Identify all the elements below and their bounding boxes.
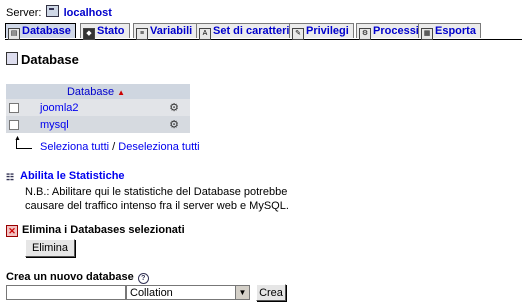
tab-bar: ▤ Database ◆ Stato ≡ Variabili A Set di cara… bbox=[5, 23, 522, 40]
drop-section-title: ✕ Elimina i Databases selezionati bbox=[6, 224, 185, 237]
table-row: mysql ⚙ bbox=[6, 116, 190, 133]
tab-processi[interactable]: ⚙ Processi bbox=[356, 23, 424, 40]
selection-separator: / bbox=[112, 141, 116, 153]
status-icon: ◆ bbox=[83, 28, 95, 40]
row-checkbox-cell bbox=[6, 99, 34, 116]
tab-label: Variabili bbox=[150, 25, 193, 37]
enable-statistics-link[interactable]: Abilita le Statistiche bbox=[20, 170, 125, 182]
create-button[interactable]: Crea bbox=[256, 284, 286, 301]
row-checkbox[interactable] bbox=[9, 119, 19, 130]
export-icon: ▦ bbox=[421, 28, 433, 40]
collation-selected-value: Collation bbox=[130, 287, 173, 299]
row-action-cell: ⚙ bbox=[158, 116, 190, 133]
drop-title-text: Elimina i Databases selezionati bbox=[22, 224, 185, 236]
tab-esporta[interactable]: ▦ Esporta bbox=[418, 23, 481, 40]
chevron-down-icon[interactable]: ▼ bbox=[235, 286, 249, 299]
statistics-icon: ☷ bbox=[6, 172, 15, 182]
select-arrow-icon: ▲ bbox=[14, 135, 32, 150]
sort-arrow-icon: ▲ bbox=[117, 87, 125, 97]
create-title-text: Crea un nuovo database bbox=[6, 271, 134, 283]
tab-label: Database bbox=[22, 25, 71, 37]
server-bar: Server: localhost bbox=[6, 5, 112, 19]
server-icon bbox=[45, 5, 59, 17]
privileges-icon: ✎ bbox=[292, 28, 304, 40]
statistics-note: N.B.: Abilitare qui le statistiche del D… bbox=[25, 186, 289, 212]
new-database-name-input[interactable] bbox=[6, 285, 126, 300]
header-action-cell bbox=[158, 84, 190, 99]
tab-stato[interactable]: ◆ Stato bbox=[80, 23, 130, 40]
tab-label: Privilegi bbox=[306, 25, 349, 37]
column-header-database[interactable]: Database ▲ bbox=[34, 84, 158, 99]
processes-icon: ⚙ bbox=[359, 28, 371, 40]
server-label: Server: bbox=[6, 7, 42, 19]
header-checkbox-cell bbox=[6, 84, 34, 99]
tab-privilegi[interactable]: ✎ Privilegi bbox=[289, 23, 354, 40]
tab-label: Stato bbox=[97, 25, 125, 37]
charset-icon: A bbox=[199, 28, 211, 40]
enable-statistics: ☷ Abilita le Statistiche bbox=[6, 170, 125, 182]
database-icon bbox=[6, 52, 18, 65]
selection-links: Seleziona tutti / Deseleziona tutti bbox=[40, 141, 200, 153]
database-link[interactable]: joomla2 bbox=[40, 102, 79, 114]
tab-label: Processi bbox=[373, 25, 419, 37]
tab-label: Set di caratteri bbox=[213, 25, 290, 37]
tab-set-di-caratteri[interactable]: A Set di caratteri bbox=[196, 23, 295, 40]
create-section-title: Crea un nuovo database? bbox=[6, 271, 149, 284]
collation-select[interactable]: Collation ▼ bbox=[126, 285, 250, 300]
row-action-cell: ⚙ bbox=[158, 99, 190, 116]
tab-label: Esporta bbox=[435, 25, 476, 37]
select-all-link[interactable]: Seleziona tutti bbox=[40, 141, 109, 153]
row-checkbox[interactable] bbox=[9, 102, 19, 113]
deselect-all-link[interactable]: Deseleziona tutti bbox=[118, 141, 199, 153]
tab-variabili[interactable]: ≡ Variabili bbox=[133, 23, 198, 40]
database-table: Database ▲ joomla2 ⚙ mysql ⚙ bbox=[6, 84, 190, 133]
page-title-text: Database bbox=[21, 52, 79, 67]
tab-database[interactable]: ▤ Database bbox=[5, 23, 76, 40]
help-icon[interactable]: ? bbox=[137, 273, 149, 284]
page-title: Database bbox=[6, 52, 79, 67]
delete-icon: ✕ bbox=[6, 225, 18, 237]
row-name-cell: joomla2 bbox=[34, 99, 158, 116]
database-icon: ▤ bbox=[8, 28, 20, 40]
server-link[interactable]: localhost bbox=[64, 7, 112, 19]
database-link[interactable]: mysql bbox=[40, 119, 69, 131]
column-header-label[interactable]: Database bbox=[67, 86, 114, 98]
table-row: joomla2 ⚙ bbox=[6, 99, 190, 116]
check-privileges-icon[interactable]: ⚙ bbox=[168, 119, 180, 130]
check-privileges-icon[interactable]: ⚙ bbox=[168, 102, 180, 113]
row-checkbox-cell bbox=[6, 116, 34, 133]
row-name-cell: mysql bbox=[34, 116, 158, 133]
arrow-base bbox=[16, 148, 32, 149]
table-header-row: Database ▲ bbox=[6, 84, 190, 99]
variables-icon: ≡ bbox=[136, 28, 148, 40]
drop-button[interactable]: Elimina bbox=[25, 239, 75, 257]
